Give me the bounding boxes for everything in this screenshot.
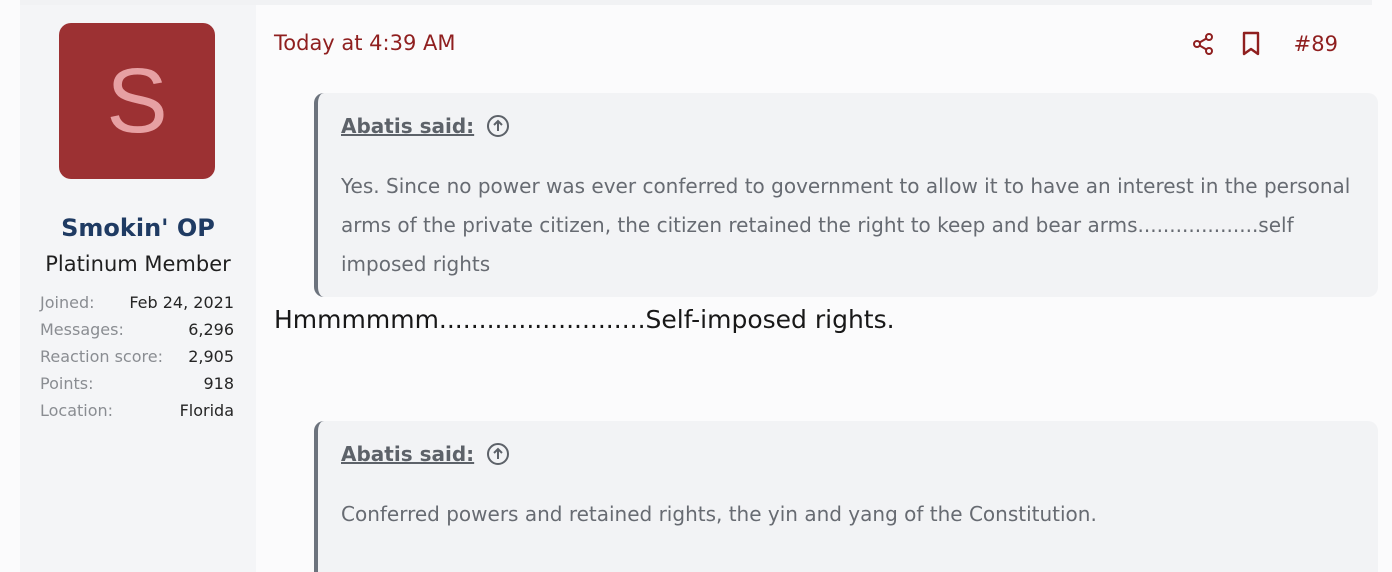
quote-author-link[interactable]: Abatis said: [341, 114, 474, 138]
location-value[interactable]: Florida [180, 401, 234, 420]
post-number-link[interactable]: #89 [1294, 32, 1338, 56]
quote-text: Conferred powers and retained rights, th… [341, 502, 1097, 526]
user-stats: Joined: Feb 24, 2021 Messages: 6,296 Rea… [40, 289, 234, 424]
stat-row-points: Points: 918 [40, 370, 234, 397]
messages-label: Messages: [40, 320, 124, 339]
post-date-link[interactable]: Today at 4:39 AM [274, 31, 456, 55]
user-title: Platinum Member [45, 252, 231, 276]
reaction-score-value: 2,905 [188, 347, 234, 366]
quote-block: Abatis said: Conferred powers and retain… [314, 421, 1378, 572]
forum-post-page: S Smokin' OP Platinum Member Joined: Feb… [0, 0, 1392, 572]
stat-row-joined: Joined: Feb 24, 2021 [40, 289, 234, 316]
reaction-score-label: Reaction score: [40, 347, 163, 366]
avatar[interactable]: S [59, 23, 215, 179]
arrow-up-circle-icon[interactable] [486, 442, 510, 466]
stat-row-reaction-score: Reaction score: 2,905 [40, 343, 234, 370]
points-label: Points: [40, 374, 94, 393]
joined-value: Feb 24, 2021 [129, 293, 234, 312]
stat-row-messages: Messages: 6,296 [40, 316, 234, 343]
quote-text: Yes. Since no power was ever conferred t… [341, 174, 1351, 276]
joined-label: Joined: [40, 293, 95, 312]
quote-block: Abatis said: Yes. Since no power was eve… [314, 93, 1378, 297]
points-value[interactable]: 918 [203, 374, 234, 393]
messages-value[interactable]: 6,296 [188, 320, 234, 339]
location-label: Location: [40, 401, 114, 420]
post-body-text: Hmmmmmm..........................Self-im… [274, 305, 895, 334]
quote-header: Abatis said: [341, 442, 510, 466]
share-icon[interactable] [1190, 29, 1216, 59]
username-link[interactable]: Smokin' OP [20, 214, 256, 242]
arrow-up-circle-icon[interactable] [486, 114, 510, 138]
quote-author-link[interactable]: Abatis said: [341, 442, 474, 466]
post-actions: #89 [1190, 29, 1338, 59]
stat-row-location: Location: Florida [40, 397, 234, 424]
quote-header: Abatis said: [341, 114, 510, 138]
avatar-letter: S [106, 50, 168, 152]
bookmark-icon[interactable] [1238, 29, 1264, 59]
